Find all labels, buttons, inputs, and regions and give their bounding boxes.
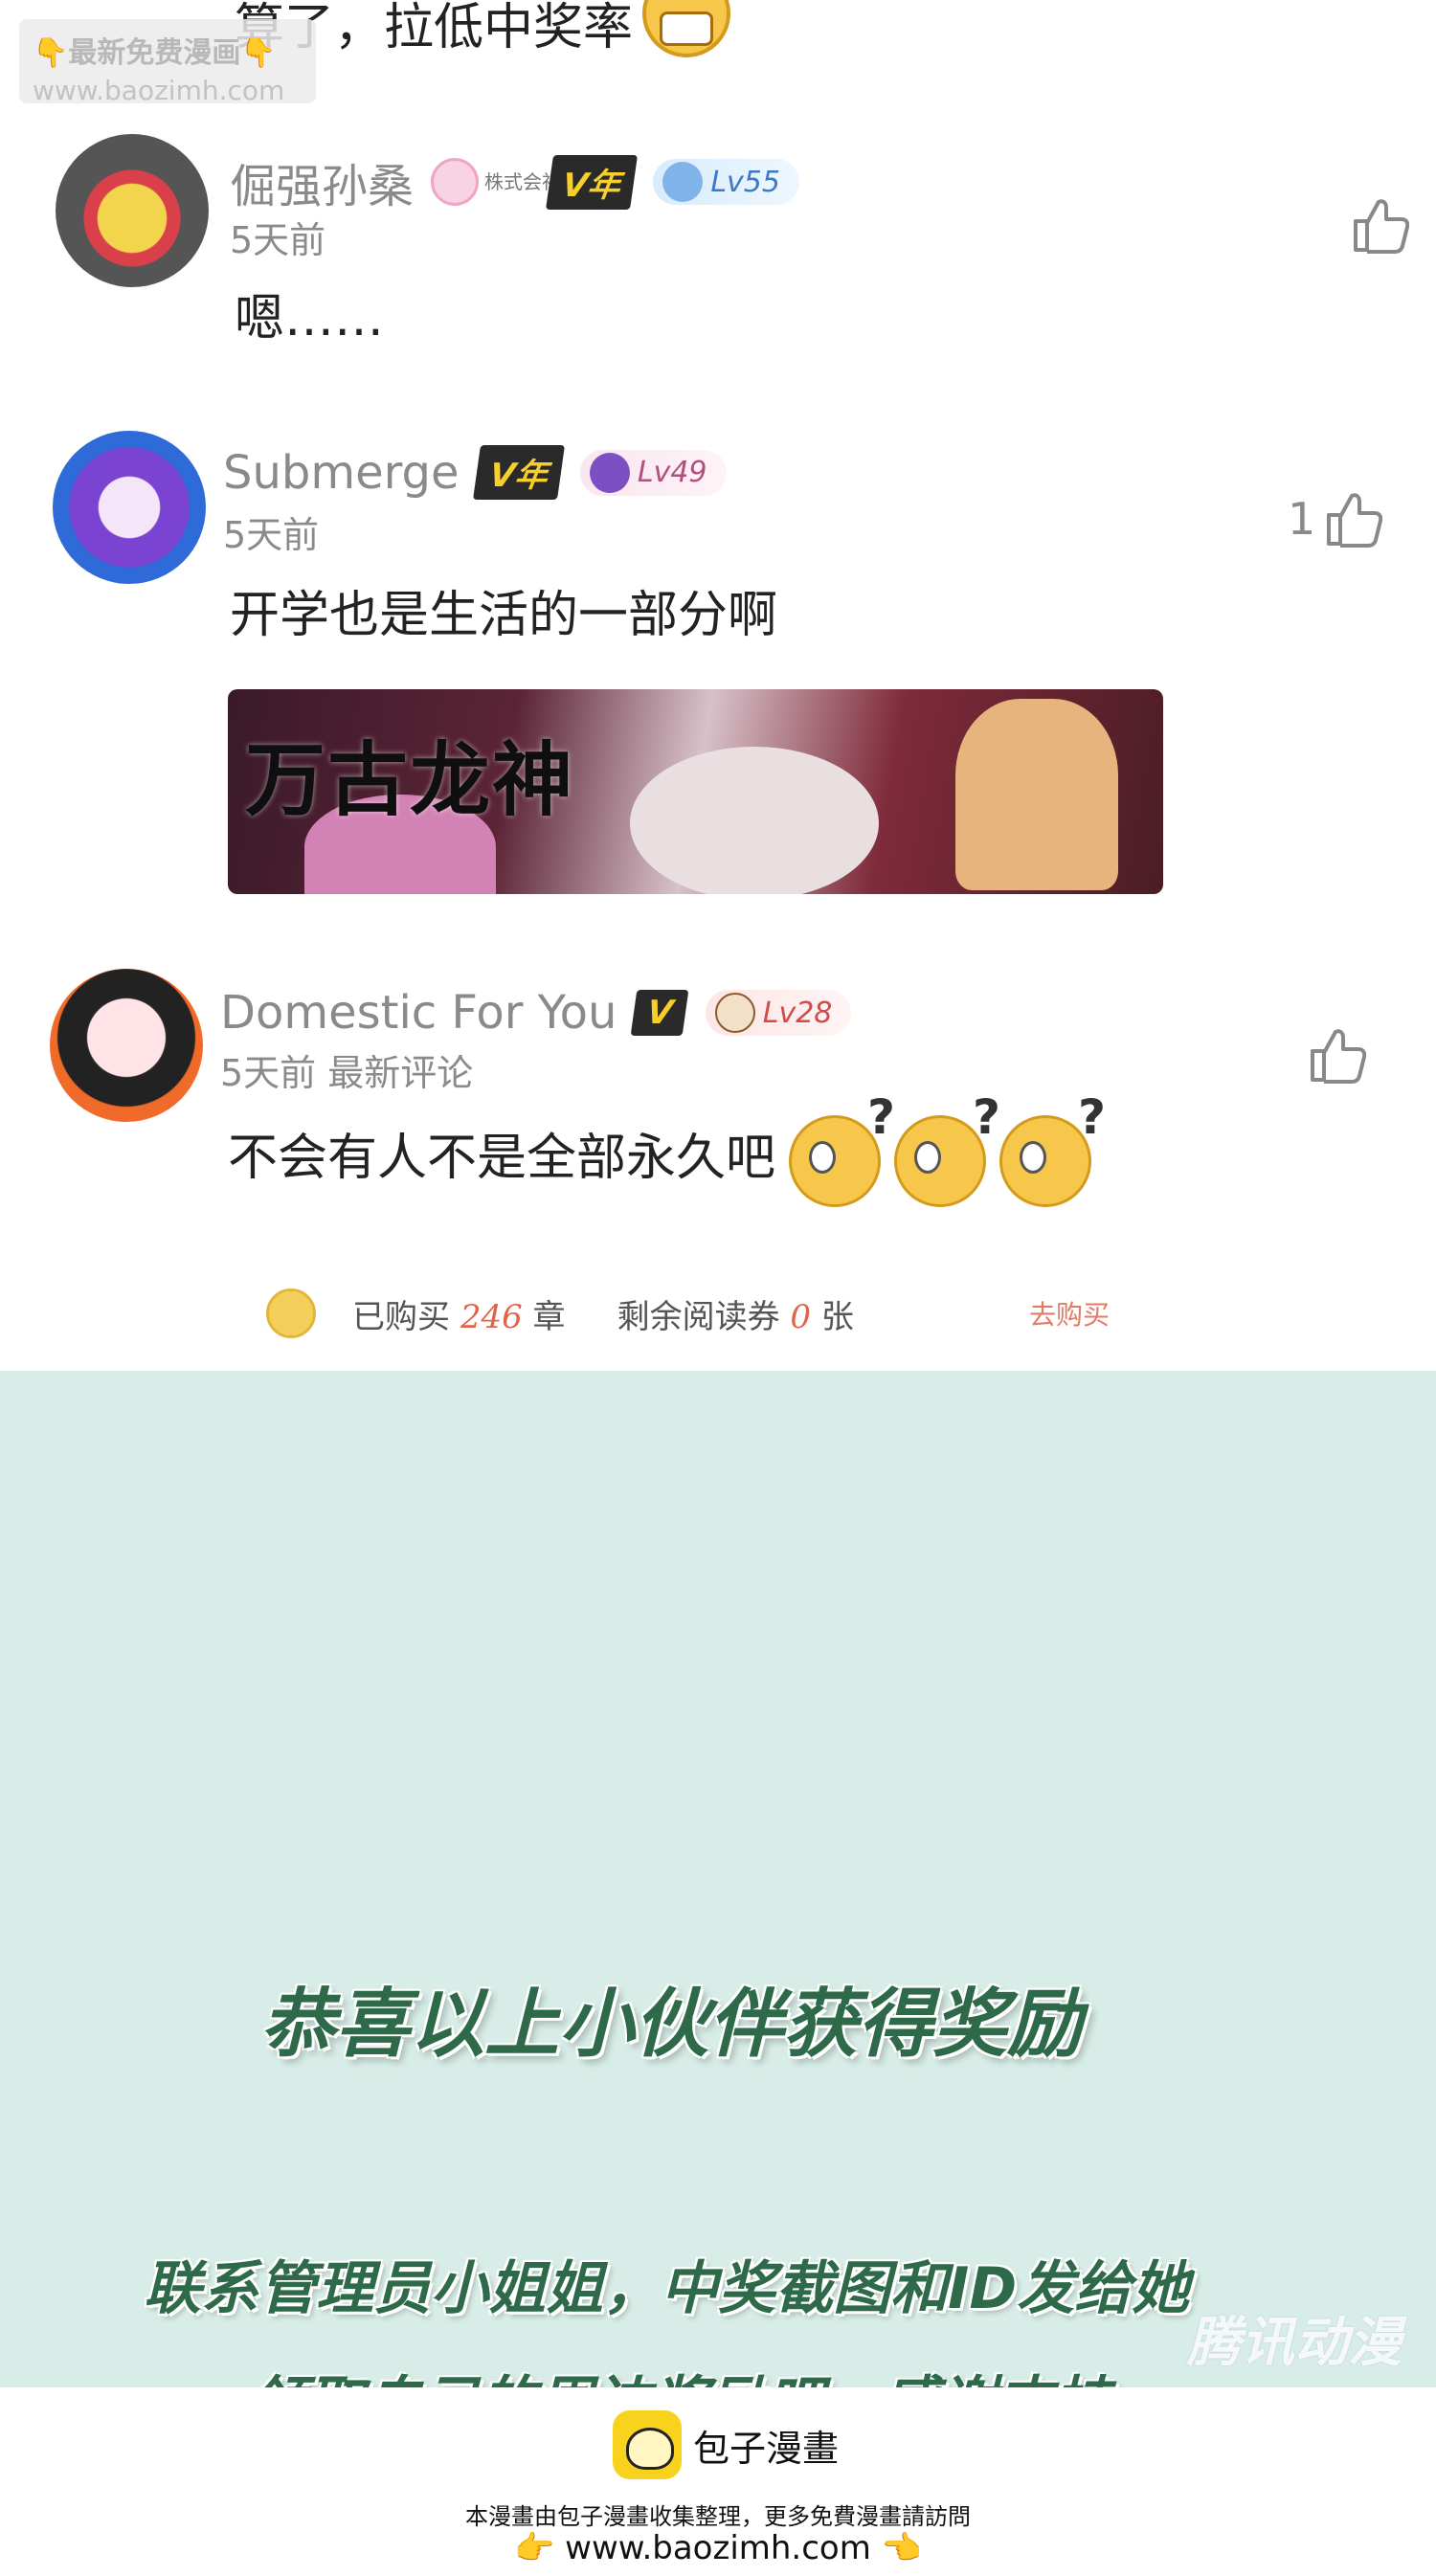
confused-emoji-icon (999, 1089, 1106, 1207)
vip-badge: V (631, 990, 690, 1036)
level-badge: Lv28 (705, 990, 852, 1036)
watermark-badge: 👇最新免费漫画👇 www.baozimh.com (19, 19, 316, 106)
watermark-text: 最新免费漫画 (68, 36, 241, 70)
username[interactable]: Submerge (223, 446, 460, 500)
remaining-count: 0 (790, 1298, 812, 1336)
avatar[interactable] (53, 431, 206, 584)
comment-time: 5天前 (230, 219, 326, 261)
corp-badge-label: 株式会社 (484, 170, 562, 193)
comment-item: Domestic For You V Lv28 5天前 最新评论 不会有人不是全… (0, 957, 1436, 1254)
purchase-summary: 已购买 246 章 剩余阅读券 0 张 (352, 1290, 854, 1337)
comic-banner-image[interactable]: 万古龙神 (228, 689, 1163, 894)
corp-badge: 株式会社 (431, 158, 562, 206)
confused-emoji-icon (894, 1089, 1000, 1207)
comment-text-label: 不会有人不是全部永久吧 (228, 1130, 776, 1187)
watermark-line1: 👇最新免费漫画👇 (33, 29, 303, 71)
comment-text: 嗯…… (235, 290, 385, 347)
level-label: Lv28 (762, 996, 833, 1030)
remaining-unit: 张 (820, 1298, 854, 1336)
pointing-right-icon: 👉 (513, 2529, 555, 2567)
comment-time: 5天前 最新评论 (220, 1052, 474, 1094)
flower-icon (431, 158, 480, 206)
level-badge: Lv49 (579, 449, 727, 496)
like-count: 1 (1288, 493, 1316, 545)
username[interactable]: Domestic For You (220, 986, 617, 1040)
level-icon (662, 162, 704, 202)
watermark-url: www.baozimh.com (33, 75, 285, 106)
purchase-bar: 已购买 246 章 剩余阅读券 0 张 去购买 (0, 1264, 1436, 1369)
vip-year-badge: V年 (472, 445, 565, 500)
previous-comment-tail: 算了，拉低中奖率 👇最新免费漫画👇 www.baozimh.com (0, 0, 1436, 134)
level-icon (714, 993, 755, 1033)
footer-url-row[interactable]: 👉 www.baozimh.com 👈 (0, 2529, 1436, 2567)
like-button[interactable] (1307, 1026, 1366, 1084)
user-row: Domestic For You V Lv28 (220, 986, 852, 1040)
thumbs-up-icon (1327, 493, 1383, 548)
go-buy-link[interactable]: 去购买 (1029, 1294, 1110, 1333)
announcement-panel: 恭喜以上小伙伴获得奖励 联系管理员小姐姐，中奖截图和ID发给她 领取自己的周边奖… (0, 1371, 1436, 2387)
level-badge: Lv55 (653, 159, 799, 205)
avatar[interactable] (56, 134, 209, 287)
comment-item: 倔强孙桑 株式会社 V年 Lv55 5天前 嗯…… (0, 124, 1436, 412)
level-icon (589, 452, 630, 493)
pointing-down-icon: 👇 (33, 36, 69, 70)
like-button[interactable]: 1 (1288, 490, 1383, 548)
congrats-heading: 恭喜以上小伙伴获得奖励 (260, 1982, 1083, 2068)
comment-time: 5天前 (223, 514, 320, 556)
level-label: Lv49 (637, 456, 707, 489)
pointing-left-icon: 👈 (881, 2529, 923, 2567)
like-button[interactable] (1350, 196, 1409, 254)
comic-figure (630, 747, 879, 894)
contact-admin-text: 联系管理员小姐姐，中奖截图和ID发给她 (144, 2255, 1190, 2322)
thumbs-up-icon (1311, 1029, 1366, 1084)
tencent-watermark: 腾讯动漫 (1187, 2312, 1402, 2374)
remaining-label: 剩余阅读券 (617, 1298, 780, 1336)
coin-icon (266, 1288, 316, 1338)
comic-figure (955, 699, 1118, 890)
claim-reward-text: 领取自己的周边奖励吧，感谢支持～ (249, 2357, 1168, 2387)
brand-name: 包子漫畫 (693, 2427, 840, 2470)
baozi-logo-icon (613, 2410, 682, 2479)
user-row: Submerge V年 Lv49 (223, 445, 727, 500)
avatar[interactable] (50, 969, 203, 1122)
footer-url[interactable]: www.baozimh.com (565, 2529, 871, 2567)
confused-emoji-icon (789, 1089, 895, 1207)
comment-text: 开学也是生活的一部分啊 (230, 587, 778, 644)
site-footer: 包子漫畫 本漫畫由包子漫畫收集整理，更多免費漫畫請訪問 👉 www.baozim… (0, 2387, 1436, 2576)
username[interactable]: 倔强孙桑 (230, 148, 414, 215)
vip-year-badge: V年 (546, 154, 639, 210)
purchased-unit: 章 (532, 1298, 566, 1336)
purchased-label: 已购买 (352, 1298, 450, 1336)
user-row: 倔强孙桑 株式会社 V年 Lv55 (230, 148, 799, 215)
thumbs-up-icon (1354, 199, 1409, 254)
footer-brand[interactable]: 包子漫畫 (613, 2410, 839, 2479)
pointing-down-icon: 👇 (240, 36, 277, 70)
comic-title: 万古龙神 (245, 732, 575, 827)
footer-note: 本漫畫由包子漫畫收集整理，更多免費漫畫請訪問 (465, 2503, 971, 2530)
purchased-count: 246 (460, 1298, 523, 1336)
level-label: Lv55 (710, 165, 780, 199)
comment-text: 不会有人不是全部永久吧 (228, 1089, 1106, 1207)
grin-emoji-icon (642, 0, 731, 57)
